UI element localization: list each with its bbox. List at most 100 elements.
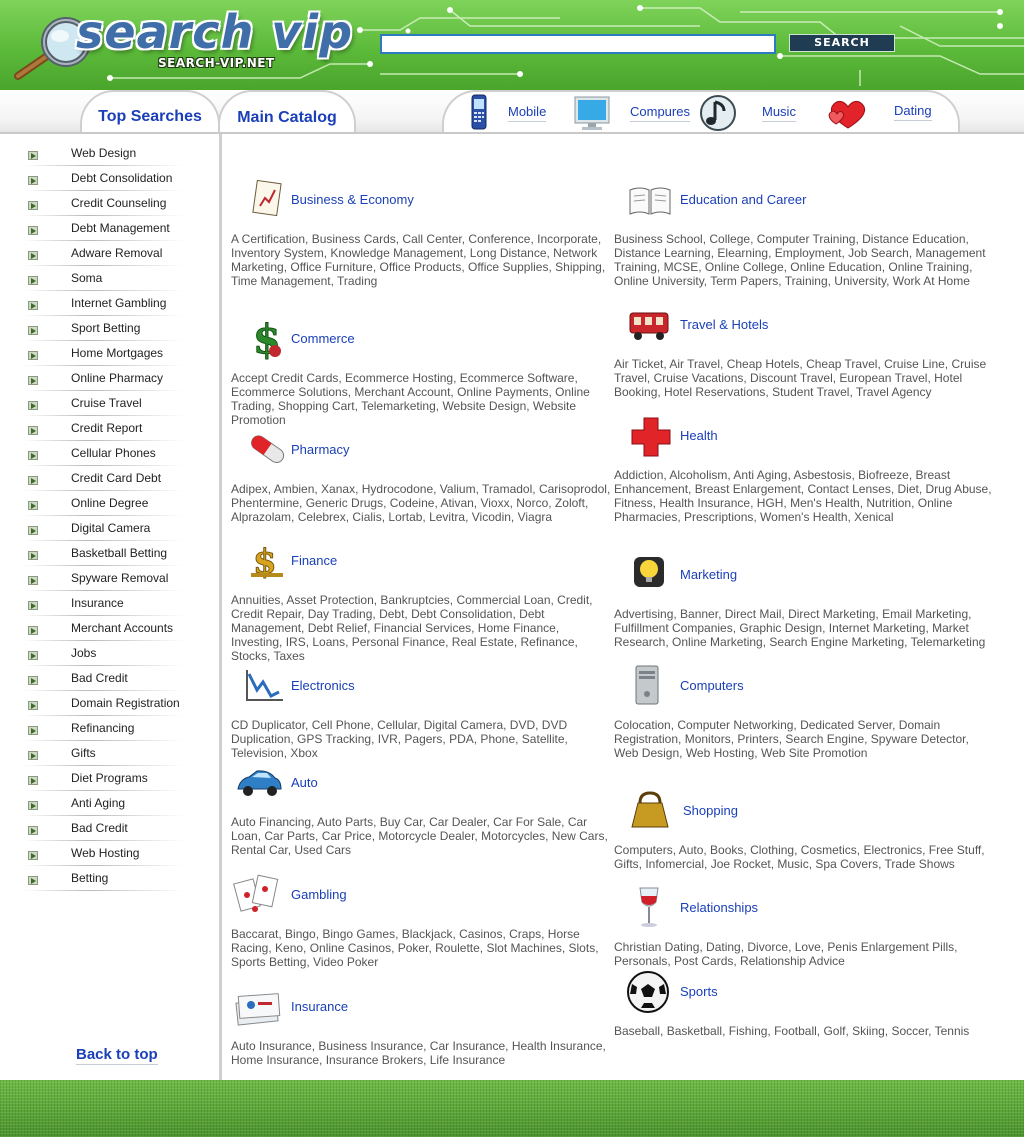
sidebar-item-link[interactable]: Domain Registration: [71, 696, 180, 710]
sidebar-item-link[interactable]: Anti Aging: [71, 796, 125, 810]
gold-dollar-icon: $: [251, 542, 283, 583]
sidebar-item-link[interactable]: Jobs: [71, 646, 96, 660]
category-title[interactable]: Gambling: [291, 887, 347, 902]
category-keywords: Christian Dating, Dating, Divorce, Love,…: [614, 940, 958, 968]
sidebar-item[interactable]: Merchant Accounts: [24, 617, 184, 642]
quick-link-compures-label: Compures: [630, 104, 690, 122]
sidebar-item[interactable]: Credit Card Debt: [24, 467, 184, 492]
sidebar-item[interactable]: Bad Credit: [24, 817, 184, 842]
category-title[interactable]: Health: [680, 428, 718, 443]
category-keywords: Computers, Auto, Books, Clothing, Cosmet…: [614, 843, 985, 871]
sidebar-item-link[interactable]: Soma: [71, 271, 102, 285]
quick-link-dating[interactable]: Dating: [826, 92, 946, 132]
sidebar-item[interactable]: Web Design: [24, 142, 184, 167]
sidebar-item-link[interactable]: Internet Gambling: [71, 296, 166, 310]
category-keywords: Colocation, Computer Networking, Dedicat…: [614, 718, 969, 760]
category-title[interactable]: Business & Economy: [291, 192, 414, 207]
sidebar-item-link[interactable]: Credit Report: [71, 421, 142, 435]
sidebar-item-link[interactable]: Cruise Travel: [71, 396, 142, 410]
arrow-bullet-icon: [28, 251, 38, 260]
tab-main-catalog[interactable]: Main Catalog: [218, 90, 356, 132]
arrow-bullet-icon: [28, 301, 38, 310]
search-button[interactable]: SEARCH: [789, 34, 895, 52]
sidebar-item[interactable]: Cruise Travel: [24, 392, 184, 417]
sidebar-item-link[interactable]: Online Degree: [71, 496, 148, 510]
category-title[interactable]: Electronics: [291, 678, 355, 693]
tab-top-searches[interactable]: Top Searches: [80, 90, 220, 132]
quick-link-mobile[interactable]: Mobile: [466, 92, 556, 132]
sidebar-item[interactable]: Gifts: [24, 742, 184, 767]
search-input[interactable]: [380, 34, 776, 54]
quick-link-music[interactable]: Music: [698, 92, 808, 132]
category-title[interactable]: Travel & Hotels: [680, 317, 768, 332]
sidebar-item[interactable]: Bad Credit: [24, 667, 184, 692]
sidebar-item-link[interactable]: Spyware Removal: [71, 571, 168, 585]
sidebar-item-link[interactable]: Sport Betting: [71, 321, 140, 335]
arrow-bullet-icon: [28, 376, 38, 385]
category-title[interactable]: Sports: [680, 984, 718, 999]
sidebar-item-link[interactable]: Gifts: [71, 746, 96, 760]
sidebar-item-link[interactable]: Bad Credit: [71, 821, 128, 835]
sidebar-item[interactable]: Credit Report: [24, 417, 184, 442]
sidebar-item-link[interactable]: Debt Management: [71, 221, 170, 235]
category-title[interactable]: Commerce: [291, 331, 355, 346]
sidebar-item[interactable]: Cellular Phones: [24, 442, 184, 467]
category-title[interactable]: Insurance: [291, 999, 348, 1014]
sidebar-item[interactable]: Online Pharmacy: [24, 367, 184, 392]
sidebar-item[interactable]: Web Hosting: [24, 842, 184, 867]
sidebar-item-link[interactable]: Bad Credit: [71, 671, 128, 685]
sidebar-item-link[interactable]: Adware Removal: [71, 246, 162, 260]
quick-links-bar: Mobile Compures Music Dating: [442, 90, 960, 132]
arrow-bullet-icon: [28, 276, 38, 285]
category-title[interactable]: Finance: [291, 553, 337, 568]
category-title[interactable]: Auto: [291, 775, 318, 790]
sidebar-item[interactable]: Digital Camera: [24, 517, 184, 542]
sidebar-item-link[interactable]: Home Mortgages: [71, 346, 163, 360]
sidebar-item[interactable]: Basketball Betting: [24, 542, 184, 567]
sidebar-item-link[interactable]: Digital Camera: [71, 521, 150, 535]
sidebar-item[interactable]: Internet Gambling: [24, 292, 184, 317]
sidebar-item-link[interactable]: Cellular Phones: [71, 446, 156, 460]
sidebar-item-link[interactable]: Online Pharmacy: [71, 371, 163, 385]
sidebar-item[interactable]: Spyware Removal: [24, 567, 184, 592]
sidebar-item-link[interactable]: Credit Counseling: [71, 196, 166, 210]
sidebar-item[interactable]: Soma: [24, 267, 184, 292]
sidebar-item[interactable]: Debt Management: [24, 217, 184, 242]
sidebar-item[interactable]: Credit Counseling: [24, 192, 184, 217]
sidebar-item-link[interactable]: Web Hosting: [71, 846, 139, 860]
arrow-bullet-icon: [28, 651, 38, 660]
main-catalog: Business & Economy A Certification, Busi…: [222, 134, 1024, 1080]
sidebar-item[interactable]: Debt Consolidation: [24, 167, 184, 192]
sidebar-item-link[interactable]: Insurance: [71, 596, 124, 610]
quick-link-compures[interactable]: Compures: [572, 92, 692, 132]
sidebar-item-link[interactable]: Diet Programs: [71, 771, 148, 785]
category-title[interactable]: Pharmacy: [291, 442, 350, 457]
arrow-bullet-icon: [28, 401, 38, 410]
back-to-top-link[interactable]: Back to top: [76, 1046, 158, 1065]
sidebar-item-link[interactable]: Credit Card Debt: [71, 471, 161, 485]
sidebar-item[interactable]: Jobs: [24, 642, 184, 667]
sidebar-item[interactable]: Insurance: [24, 592, 184, 617]
category-title[interactable]: Computers: [680, 678, 744, 693]
category-title[interactable]: Shopping: [683, 803, 738, 818]
sidebar-item[interactable]: Diet Programs: [24, 767, 184, 792]
sidebar-item-link[interactable]: Debt Consolidation: [71, 171, 172, 185]
category-title[interactable]: Relationships: [680, 900, 758, 915]
site-logo-title[interactable]: search vip: [76, 6, 352, 58]
sidebar-item[interactable]: Refinancing: [24, 717, 184, 742]
insurance-cards-icon: [235, 993, 281, 1026]
sidebar-item-link[interactable]: Refinancing: [71, 721, 134, 735]
category-title[interactable]: Marketing: [680, 567, 737, 582]
sidebar-item[interactable]: Home Mortgages: [24, 342, 184, 367]
sidebar-item-link[interactable]: Betting: [71, 871, 108, 885]
sidebar-item-link[interactable]: Merchant Accounts: [71, 621, 173, 635]
sidebar-item[interactable]: Adware Removal: [24, 242, 184, 267]
sidebar-item-link[interactable]: Web Design: [71, 146, 136, 160]
sidebar-item[interactable]: Betting: [24, 867, 184, 892]
category-title[interactable]: Education and Career: [680, 192, 806, 207]
sidebar-item[interactable]: Sport Betting: [24, 317, 184, 342]
sidebar-item[interactable]: Online Degree: [24, 492, 184, 517]
sidebar-item[interactable]: Anti Aging: [24, 792, 184, 817]
sidebar-item[interactable]: Domain Registration: [24, 692, 184, 717]
sidebar-item-link[interactable]: Basketball Betting: [71, 546, 167, 560]
